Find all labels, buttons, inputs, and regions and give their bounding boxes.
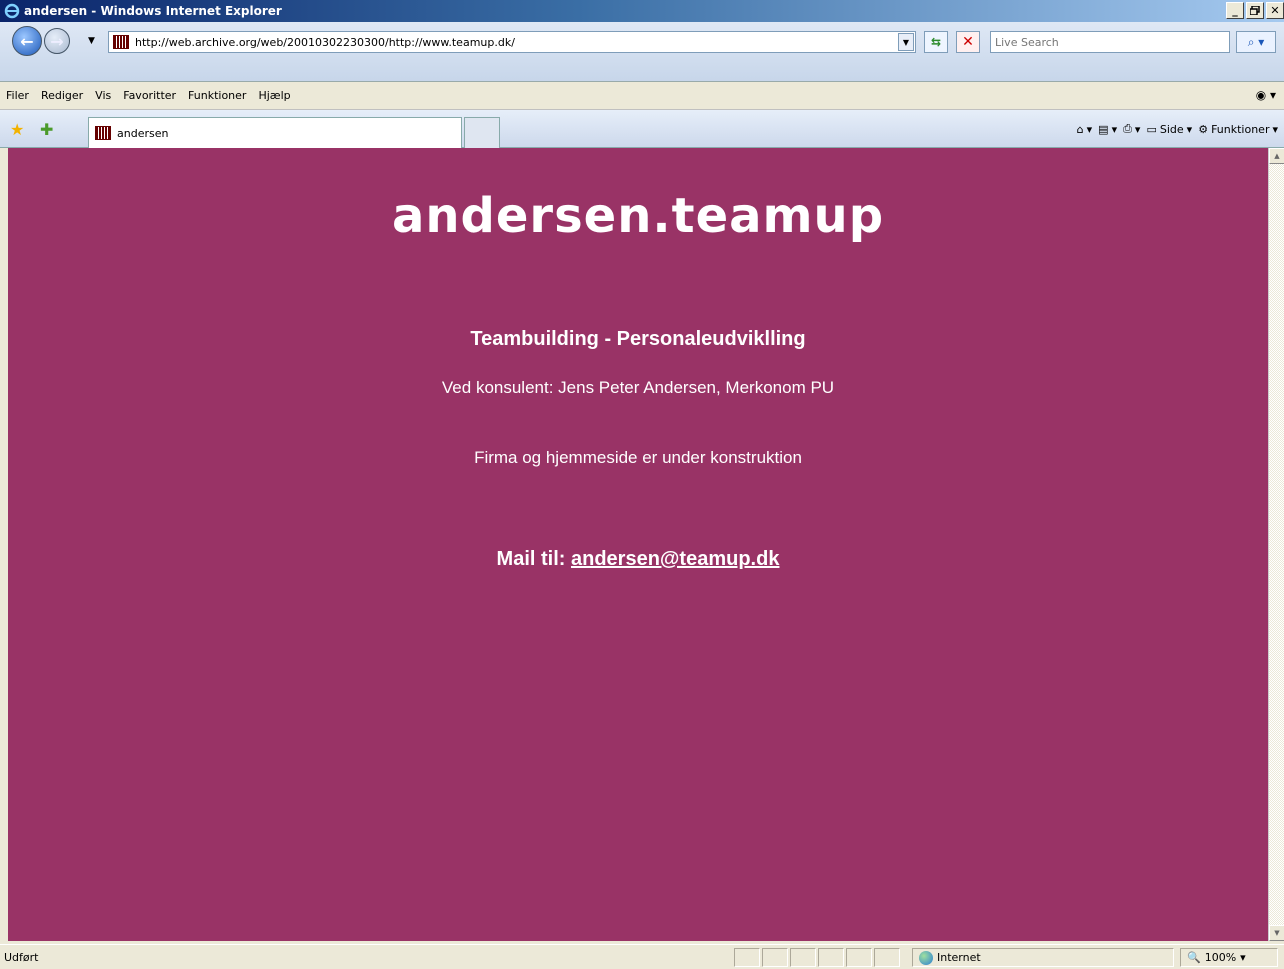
menu-vis[interactable]: Vis xyxy=(89,89,117,102)
status-pane xyxy=(818,948,844,967)
consultant-line: Ved konsulent: Jens Peter Andersen, Merk… xyxy=(441,378,835,397)
command-bar: ⌂ ▾ ▤ ▾ ⎙ ▾ ▭ Side ▾ ⚙ Funktioner ▾ xyxy=(1077,122,1278,136)
mail-prefix: Mail til: xyxy=(496,548,571,570)
menu-funktioner[interactable]: Funktioner xyxy=(182,89,252,102)
site-title: andersen.teamup xyxy=(391,188,885,244)
globe-icon xyxy=(919,950,933,965)
mail-line: Mail til: andersen@teamup.dk xyxy=(8,548,1268,571)
ie-logo-icon xyxy=(4,3,20,19)
page-menu-button[interactable]: ▭ Side ▾ xyxy=(1146,123,1192,136)
maximize-button[interactable] xyxy=(1246,2,1264,19)
mail-link[interactable]: andersen@teamup.dk xyxy=(571,548,779,570)
feeds-button[interactable]: ▤ ▾ xyxy=(1098,123,1117,136)
site-favicon-icon xyxy=(113,35,129,49)
search-button[interactable]: ⌕ ▾ xyxy=(1236,31,1276,53)
status-text: Udført xyxy=(4,951,39,964)
scroll-up-button[interactable]: ▲ xyxy=(1269,148,1284,164)
tools-menu-label: Funktioner xyxy=(1211,122,1270,136)
scroll-down-button[interactable]: ▼ xyxy=(1269,925,1284,941)
refresh-icon: ⇆ xyxy=(930,35,942,49)
stop-icon: ✕ xyxy=(962,34,974,50)
menu-favoritter[interactable]: Favoritter xyxy=(117,89,182,102)
printer-icon: ⎙ xyxy=(1123,122,1132,135)
status-pane xyxy=(762,948,788,967)
gear-icon: ⚙ xyxy=(1198,122,1209,136)
address-toolbar: ← → ▼ http://web.archive.org/web/2001030… xyxy=(0,22,1284,82)
menu-bar: Filer Rediger Vis Favoritter Funktioner … xyxy=(0,82,1284,110)
minimize-button[interactable]: _ xyxy=(1226,2,1244,19)
page-icon: ▭ xyxy=(1146,122,1157,136)
status-pane xyxy=(734,948,760,967)
construction-notice: Firma og hjemmeside er under konstruktio… xyxy=(474,448,802,467)
zoom-level: 100% xyxy=(1204,951,1237,964)
status-pane xyxy=(790,948,816,967)
window-titlebar: andersen - Windows Internet Explorer _ ✕ xyxy=(0,0,1284,22)
new-tab-button[interactable] xyxy=(464,117,500,148)
close-button[interactable]: ✕ xyxy=(1266,2,1284,19)
add-favorites-icon[interactable]: ✚ xyxy=(40,120,53,139)
security-zone[interactable]: Internet xyxy=(912,948,1174,967)
chevron-down-icon: ▾ xyxy=(1240,951,1246,964)
address-url: http://web.archive.org/web/2001030223030… xyxy=(135,35,515,49)
window-title: andersen - Windows Internet Explorer xyxy=(24,4,282,18)
tools-menu-button[interactable]: ⚙ Funktioner ▾ xyxy=(1198,123,1278,136)
search-icon: ⌕ ▾ xyxy=(1247,34,1265,49)
arrow-right-icon: → xyxy=(50,31,64,51)
arrow-left-icon: ← xyxy=(20,31,34,51)
menu-rediger[interactable]: Rediger xyxy=(35,89,89,102)
tab-andersen[interactable]: andersen xyxy=(88,117,462,148)
home-button[interactable]: ⌂ ▾ xyxy=(1077,123,1093,136)
history-dropdown-icon[interactable]: ▼ xyxy=(88,36,95,46)
forward-button[interactable]: → xyxy=(44,28,70,54)
status-bar: Udført Internet 🔍 100% ▾ xyxy=(0,944,1284,969)
menu-hjaelp[interactable]: Hjælp xyxy=(252,89,296,102)
page-subtitle: Teambuilding - Personaleudviklling xyxy=(470,328,806,350)
status-pane xyxy=(874,948,900,967)
page-menu-label: Side xyxy=(1159,122,1184,136)
tab-label: andersen xyxy=(117,126,169,140)
stop-button[interactable]: ✕ xyxy=(956,31,980,53)
search-input[interactable] xyxy=(991,32,1229,52)
maximize-icon xyxy=(1250,6,1260,15)
status-pane xyxy=(846,948,872,967)
menu-filer[interactable]: Filer xyxy=(0,89,35,102)
search-box[interactable] xyxy=(990,31,1230,53)
address-field[interactable]: http://web.archive.org/web/2001030223030… xyxy=(108,31,916,53)
vertical-scrollbar[interactable]: ▲ ▼ xyxy=(1268,148,1284,941)
page-content: andersen.teamup Teambuilding - Personale… xyxy=(8,148,1268,941)
tab-bar: ★ ✚ andersen ⌂ ▾ ▤ ▾ ⎙ ▾ ▭ Side ▾ ⚙ Funktioner… xyxy=(0,110,1284,148)
zoom-control[interactable]: 🔍 100% ▾ xyxy=(1180,948,1278,967)
print-button[interactable]: ⎙ ▾ xyxy=(1123,122,1140,136)
back-button[interactable]: ← xyxy=(12,26,42,56)
tab-favicon-icon xyxy=(95,126,111,140)
zone-label: Internet xyxy=(937,951,981,964)
home-icon: ⌂ xyxy=(1076,122,1084,136)
feed-icon: ▤ xyxy=(1098,122,1109,136)
favorites-star-icon[interactable]: ★ xyxy=(10,120,24,139)
translate-addon-icon[interactable]: ◉ ▾ xyxy=(1256,88,1276,102)
refresh-button[interactable]: ⇆ xyxy=(924,31,948,53)
address-dropdown-button[interactable]: ▼ xyxy=(898,33,914,51)
zoom-icon: 🔍 xyxy=(1187,951,1201,964)
